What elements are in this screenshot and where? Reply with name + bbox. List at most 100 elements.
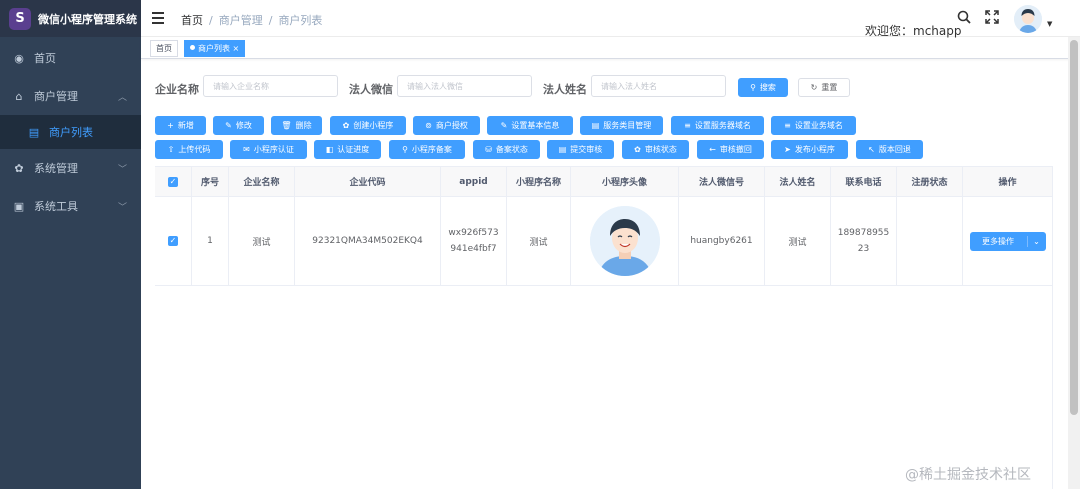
sidebar-item-system[interactable]: ✿ 系统管理 ﹀ [0,149,141,187]
review-status-button[interactable]: ✿ 审核状态 [622,140,689,159]
gear-icon: ✿ [634,145,641,154]
cell-index: 1 [192,197,229,285]
check-icon: ✓ [168,176,178,187]
btn-label: 设置服务器域名 [694,121,751,130]
btn-label: 上传代码 [178,145,211,154]
filing-status-button[interactable]: ⛁ 备案状态 [473,140,540,159]
sidebar-item-merchant-list[interactable]: ▤ 商户列表 [0,115,141,149]
cell-appid: wx926f573 941e4fbf7 [441,197,507,285]
add-button[interactable]: + 新增 [155,116,206,135]
legal-wechat-input[interactable] [397,75,532,97]
btn-label: 商户授权 [435,121,468,130]
header-app-name: 小程序名称 [507,167,571,196]
chevron-up-icon: ︿ [117,92,127,103]
appid-line: 941e4fbf7 [450,244,497,254]
dashboard-icon: ◉ [14,51,24,65]
publish-miniapp-button[interactable]: ➤ 发布小程序 [771,140,848,159]
btn-label: 小程序认证 [253,145,294,154]
fullscreen-icon[interactable] [985,10,999,28]
miniapp-filing-button[interactable]: ⚲ 小程序备案 [389,140,465,159]
service-category-button[interactable]: ▤ 服务类目管理 [580,116,663,135]
submit-review-button[interactable]: ▤ 提交审核 [547,140,614,159]
chevron-down-icon: ⌄ [1033,236,1040,246]
lock-icon: ⚲ [402,145,408,154]
search-icon[interactable] [957,10,971,28]
btn-label: 提交审核 [570,145,603,154]
edit-button[interactable]: ✎ 修改 [213,116,264,135]
version-rollback-button[interactable]: ↖ 版本回退 [856,140,923,159]
cell-legal-name: 测试 [765,197,831,285]
plus-icon: + [167,121,174,130]
breadcrumb-home[interactable]: 首页 [181,14,203,27]
progress-icon: ◧ [325,145,334,154]
more-actions-dropdown[interactable]: 更多操作 ⌄ [969,231,1046,251]
cell-app-name: 测试 [507,197,571,285]
check-icon: ✓ [168,236,178,246]
reset-button[interactable]: ↻ 重置 [798,78,850,97]
company-name-label: 企业名称 [155,83,199,96]
sidebar-item-label: 商户列表 [49,126,93,139]
set-basic-info-button[interactable]: ✎ 设置基本信息 [487,116,573,135]
phone-line: 23 [857,244,870,254]
sidebar-item-label: 系统工具 [34,200,78,213]
upload-code-button[interactable]: ⇧ 上传代码 [155,140,223,159]
miniapp-verify-button[interactable]: ✉ 小程序认证 [230,140,307,159]
edit-icon: ✎ [225,121,232,130]
refresh-icon: ↻ [810,83,818,92]
legal-name-input[interactable] [591,75,726,97]
list-icon: ▤ [28,125,40,139]
caret-down-icon[interactable]: ▼ [1047,20,1052,28]
table-body-empty [155,286,1053,489]
btn-label: 设置基本信息 [511,121,560,130]
cell-status [897,197,963,285]
delete-button[interactable]: 🗑 删除 [271,116,322,135]
merchant-auth-button[interactable]: ⊚ 商户授权 [413,116,480,135]
sidebar-item-home[interactable]: ◉ 首页 [0,39,141,77]
user-avatar[interactable] [1014,5,1042,33]
gear-icon: ✿ [342,121,350,130]
sidebar-item-merchant[interactable]: ⌂ 商户管理 ︿ [0,77,141,115]
review-withdraw-button[interactable]: ← 审核撤回 [697,140,764,159]
chevron-down-icon: ﹀ [117,202,127,213]
app-logo[interactable]: S 微信小程序管理系统 [0,0,141,37]
toolbox-icon: ▣ [13,199,25,213]
back-arrow-icon: ← [709,145,716,154]
reset-button-label: 重置 [821,83,838,92]
close-icon[interactable]: × [233,44,240,53]
cell-wechat: huangby6261 [679,197,765,285]
create-miniapp-button[interactable]: ✿ 创建小程序 [330,116,406,135]
btn-label: 认证进度 [337,145,370,154]
breadcrumb-merchant-list: 商户列表 [278,14,323,27]
header-legal-name: 法人姓名 [765,167,831,196]
tag-home[interactable]: 首页 [150,40,178,57]
mail-icon: ✉ [243,145,250,154]
sidebar: S 微信小程序管理系统 ◉ 首页 ⌂ 商户管理 ︿ ▤ 商户列表 ✿ 系统管理 … [0,0,141,489]
set-server-domain-button[interactable]: ≡ 设置服务器域名 [671,116,764,135]
select-all-checkbox[interactable]: ✓ [155,167,192,196]
sidebar-item-tools[interactable]: ▣ 系统工具 ﹀ [0,187,141,225]
set-business-domain-button[interactable]: ≡ 设置业务域名 [771,116,856,135]
watermark-text: @稀土掘金技术社区 [905,467,1031,483]
cell-app-avatar [571,197,679,285]
header-app-avatar: 小程序头像 [571,167,679,196]
clipboard-icon: ▤ [591,121,600,130]
row-checkbox[interactable]: ✓ [155,197,192,285]
search-button[interactable]: ⚲ 搜索 [738,78,788,97]
company-name-input[interactable] [203,75,338,97]
menu-toggle-icon[interactable] [152,12,164,24]
sidebar-item-label: 首页 [34,52,56,65]
appid-line: wx926f573 [448,228,499,238]
header-company: 企业名称 [229,167,295,196]
btn-label: 删除 [295,121,312,130]
tag-merchant-list[interactable]: 商户列表 × [184,40,246,57]
miniapp-avatar-image [589,206,660,276]
header-phone: 联系电话 [831,167,897,196]
list-icon: ≡ [784,121,791,130]
cell-code: 92321QMA34M502EKQ4 [295,197,441,285]
shop-icon: ⌂ [15,89,23,103]
scrollbar-thumb[interactable] [1070,40,1078,415]
btn-label: 审核状态 [644,145,677,154]
legal-wechat-label: 法人微信 [349,83,393,96]
btn-label: 小程序备案 [411,145,452,154]
verify-progress-button[interactable]: ◧ 认证进度 [314,140,381,159]
